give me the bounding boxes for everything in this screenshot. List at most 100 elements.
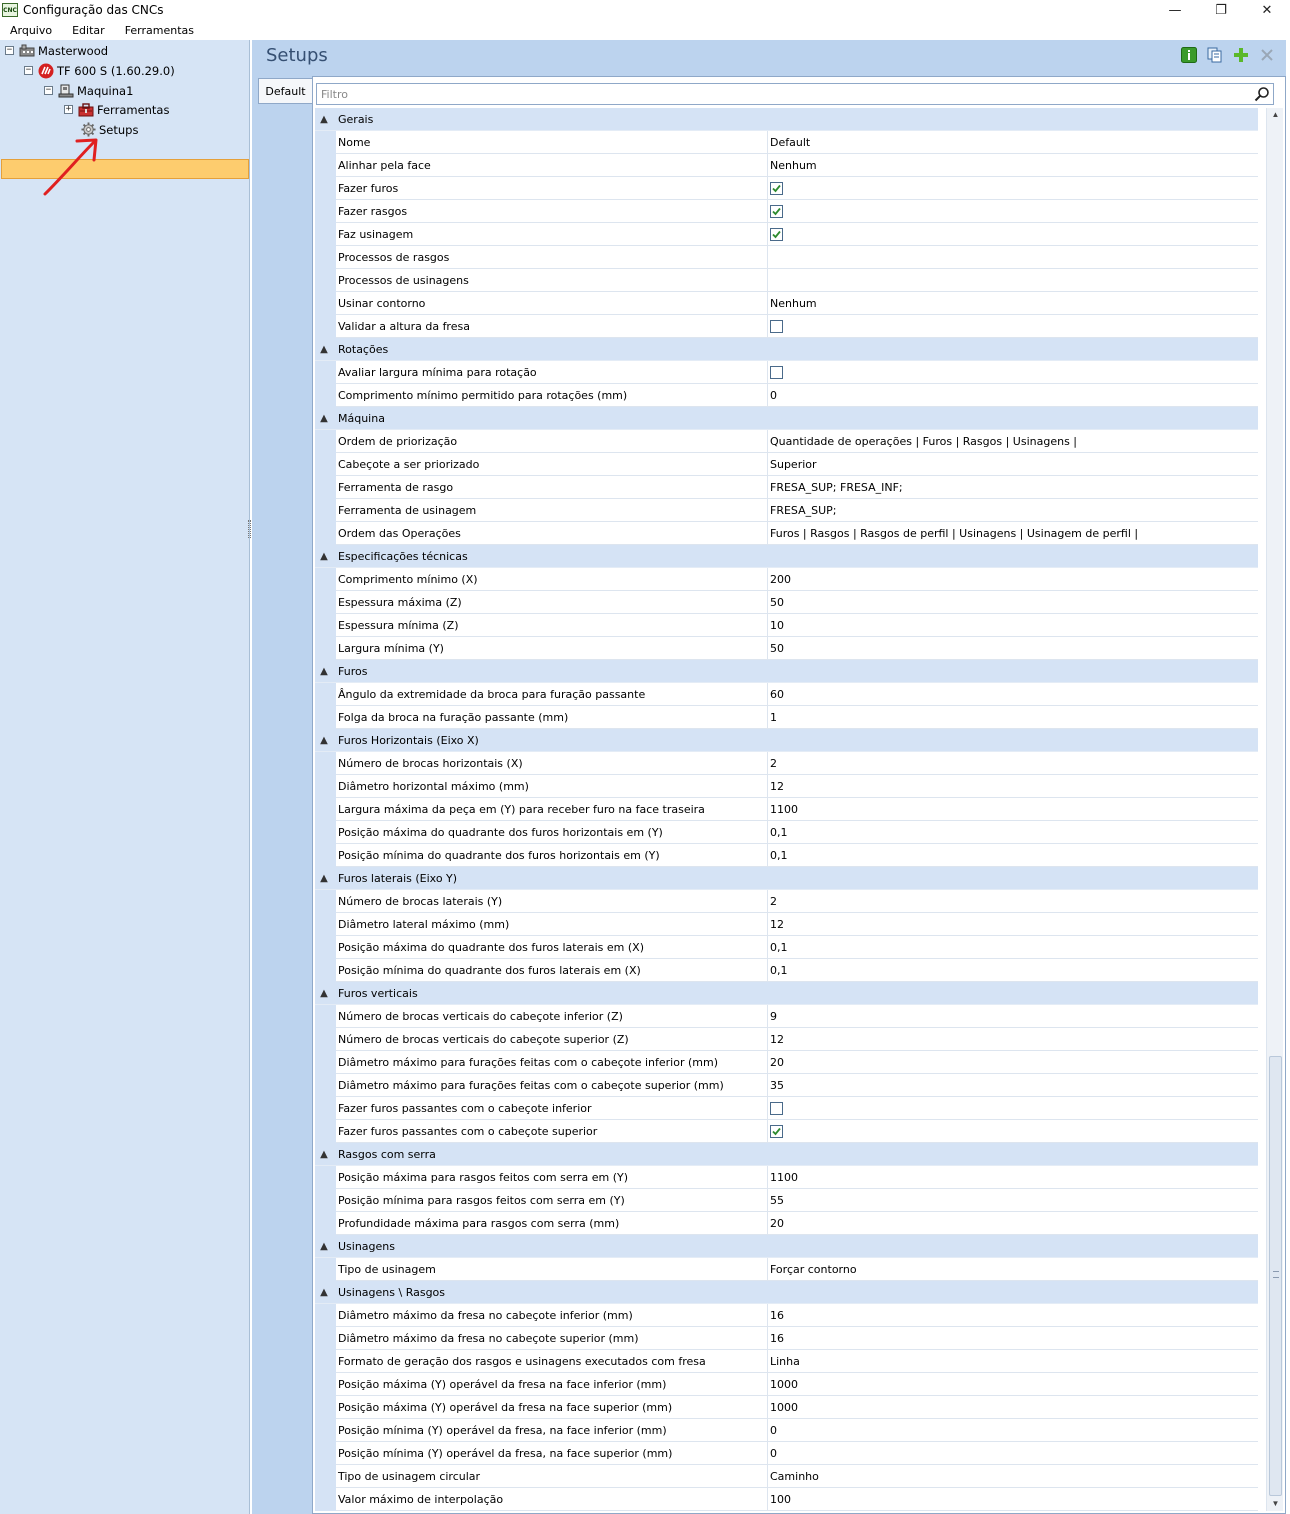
grid-row[interactable]: Número de brocas verticais do cabeçote i…	[315, 1005, 1258, 1028]
grid-row[interactable]: Fazer rasgos	[315, 200, 1258, 223]
property-value[interactable]: 0,1	[768, 844, 1258, 867]
property-value[interactable]: 200	[768, 568, 1258, 591]
property-value[interactable]: 0	[768, 1442, 1258, 1465]
tree-node-tf600s[interactable]: − TF 600 S (1.60.29.0)	[24, 61, 175, 80]
property-value[interactable]: 1000	[768, 1396, 1258, 1419]
property-value[interactable]: 50	[768, 637, 1258, 660]
grid-row[interactable]: Faz usinagem	[315, 223, 1258, 246]
filter-input[interactable]: Filtro	[316, 83, 1274, 105]
grid-category[interactable]: ▲ Furos laterais (Eixo Y)	[315, 867, 1258, 890]
checkbox-checked[interactable]	[770, 227, 783, 241]
property-value[interactable]: 0	[768, 384, 1258, 407]
delete-icon[interactable]	[1258, 46, 1276, 64]
property-value[interactable]: Nenhum	[768, 292, 1258, 315]
grid-row[interactable]: Nome Default	[315, 131, 1258, 154]
property-value[interactable]: FRESA_SUP; FRESA_INF;	[768, 476, 1258, 499]
grid-row[interactable]: Tipo de usinagem Forçar contorno	[315, 1258, 1258, 1281]
grid-row[interactable]: Número de brocas horizontais (X) 2	[315, 752, 1258, 775]
property-value[interactable]: 10	[768, 614, 1258, 637]
collapse-caret-icon[interactable]: ▲	[315, 1287, 333, 1298]
property-value[interactable]: 0,1	[768, 821, 1258, 844]
property-value[interactable]: 2	[768, 890, 1258, 913]
property-value[interactable]: 50	[768, 591, 1258, 614]
property-value[interactable]: 9	[768, 1005, 1258, 1028]
vertical-scrollbar[interactable]: ▲ ▼	[1266, 108, 1283, 1511]
property-value[interactable]: 20	[768, 1212, 1258, 1235]
splitter-grip[interactable]	[248, 520, 251, 538]
menu-ferramentas[interactable]: Ferramentas	[115, 24, 204, 37]
collapse-icon[interactable]: −	[44, 86, 53, 95]
grid-row[interactable]: Ordem de priorização Quantidade de operaç…	[315, 430, 1258, 453]
property-value[interactable]: Caminho	[768, 1465, 1258, 1488]
grid-row[interactable]: Espessura máxima (Z) 50	[315, 591, 1258, 614]
grid-row[interactable]: Fazer furos passantes com o cabeçote inf…	[315, 1097, 1258, 1120]
grid-row[interactable]: Posição mínima para rasgos feitos com se…	[315, 1189, 1258, 1212]
tree-node-ferramentas[interactable]: + Ferramentas	[64, 100, 169, 119]
grid-row[interactable]: Diâmetro máximo para furações feitas com…	[315, 1074, 1258, 1097]
grid-row[interactable]: Avaliar largura mínima para rotação	[315, 361, 1258, 384]
collapse-icon[interactable]: −	[5, 46, 14, 55]
grid-row[interactable]: Posição máxima (Y) operável da fresa na …	[315, 1396, 1258, 1419]
grid-row[interactable]: Comprimento mínimo (X) 200	[315, 568, 1258, 591]
checkbox-checked[interactable]	[770, 204, 783, 218]
grid-category[interactable]: ▲ Furos	[315, 660, 1258, 683]
property-value[interactable]: 1100	[768, 798, 1258, 821]
grid-category[interactable]: ▲ Rotações	[315, 338, 1258, 361]
property-value[interactable]: FRESA_SUP;	[768, 499, 1258, 522]
grid-row[interactable]: Folga da broca na furação passante (mm) 1	[315, 706, 1258, 729]
scroll-down-icon[interactable]: ▼	[1267, 1497, 1284, 1511]
grid-row[interactable]: Processos de usinagens	[315, 269, 1258, 292]
grid-row[interactable]: Tipo de usinagem circular Caminho	[315, 1465, 1258, 1488]
search-icon[interactable]	[1254, 86, 1270, 105]
grid-row[interactable]: Usinar contorno Nenhum	[315, 292, 1258, 315]
grid-row[interactable]: Fazer furos passantes com o cabeçote sup…	[315, 1120, 1258, 1143]
property-value[interactable]: 60	[768, 683, 1258, 706]
grid-row[interactable]: Profundidade máxima para rasgos com serr…	[315, 1212, 1258, 1235]
grid-row[interactable]: Posição máxima para rasgos feitos com se…	[315, 1166, 1258, 1189]
checkbox-checked[interactable]	[770, 181, 783, 195]
menu-editar[interactable]: Editar	[62, 24, 115, 37]
grid-category[interactable]: ▲ Usinagens \ Rasgos	[315, 1281, 1258, 1304]
expand-icon[interactable]: +	[64, 105, 73, 114]
grid-row[interactable]: Processos de rasgos	[315, 246, 1258, 269]
grid-row[interactable]: Espessura mínima (Z) 10	[315, 614, 1258, 637]
close-button[interactable]: ✕	[1244, 0, 1290, 20]
grid-row[interactable]: Validar a altura da fresa	[315, 315, 1258, 338]
collapse-caret-icon[interactable]: ▲	[315, 114, 333, 125]
collapse-caret-icon[interactable]: ▲	[315, 1241, 333, 1252]
property-value[interactable]: 100	[768, 1488, 1258, 1511]
grid-row[interactable]: Posição mínima do quadrante dos furos ho…	[315, 844, 1258, 867]
grid-row[interactable]: Formato de geração dos rasgos e usinagen…	[315, 1350, 1258, 1373]
property-value[interactable]: 12	[768, 913, 1258, 936]
grid-category[interactable]: ▲ Furos Horizontais (Eixo X)	[315, 729, 1258, 752]
grid-row[interactable]: Posição mínima do quadrante dos furos la…	[315, 959, 1258, 982]
property-value[interactable]: 12	[768, 775, 1258, 798]
collapse-caret-icon[interactable]: ▲	[315, 413, 333, 424]
property-value[interactable]: 1000	[768, 1373, 1258, 1396]
info-icon[interactable]	[1180, 46, 1198, 64]
property-value[interactable]: Quantidade de operações | Furos | Rasgos…	[768, 430, 1258, 453]
grid-row[interactable]: Número de brocas verticais do cabeçote s…	[315, 1028, 1258, 1051]
grid-row[interactable]: Diâmetro máximo para furações feitas com…	[315, 1051, 1258, 1074]
grid-row[interactable]: Largura mínima (Y) 50	[315, 637, 1258, 660]
property-value[interactable]: 16	[768, 1304, 1258, 1327]
grid-row[interactable]: Número de brocas laterais (Y) 2	[315, 890, 1258, 913]
property-value[interactable]: 1	[768, 706, 1258, 729]
property-value[interactable]: Superior	[768, 453, 1258, 476]
grid-row[interactable]: Diâmetro horizontal máximo (mm) 12	[315, 775, 1258, 798]
copy-icon[interactable]	[1206, 46, 1224, 64]
property-value[interactable]: 2	[768, 752, 1258, 775]
property-value[interactable]: 20	[768, 1051, 1258, 1074]
checkbox-unchecked[interactable]	[770, 319, 783, 333]
collapse-icon[interactable]: −	[24, 66, 33, 75]
tree-node-masterwood[interactable]: − Masterwood	[5, 41, 108, 60]
tab-default[interactable]: Default	[258, 78, 312, 104]
menu-arquivo[interactable]: Arquivo	[0, 24, 62, 37]
checkbox-unchecked[interactable]	[770, 1101, 783, 1115]
grid-row[interactable]: Cabeçote a ser priorizado Superior	[315, 453, 1258, 476]
grid-row[interactable]: Posição máxima (Y) operável da fresa na …	[315, 1373, 1258, 1396]
property-value[interactable]: Linha	[768, 1350, 1258, 1373]
property-value[interactable]: 1100	[768, 1166, 1258, 1189]
collapse-caret-icon[interactable]: ▲	[315, 666, 333, 677]
property-value[interactable]: 0,1	[768, 936, 1258, 959]
